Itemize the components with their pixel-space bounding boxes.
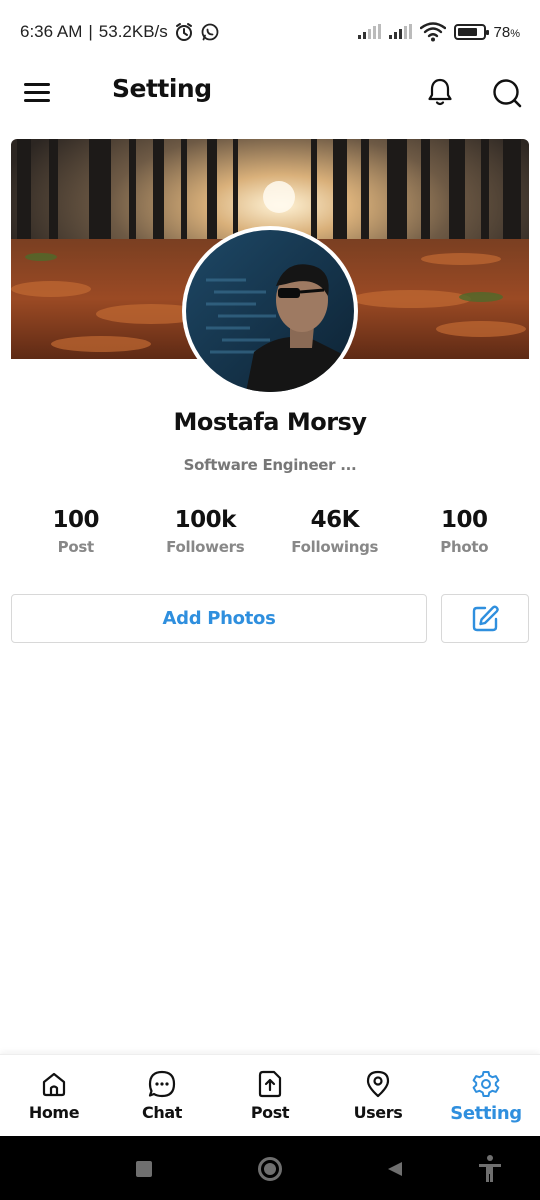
status-right: 78% (357, 22, 520, 42)
stat-value: 100 (52, 507, 99, 533)
upload-icon (258, 1070, 282, 1098)
stat-label: Post (57, 538, 95, 556)
stat-label: Photo (440, 538, 489, 556)
alarm-icon (175, 23, 192, 41)
stat-photos[interactable]: 100 Photo (400, 504, 530, 564)
location-icon (366, 1070, 390, 1098)
status-left: 6:36 AM | 53.2KB/s (20, 22, 220, 42)
battery-icon (453, 24, 489, 40)
battery-fill (457, 28, 477, 36)
recents-icon[interactable] (129, 1154, 159, 1184)
app-bar: Setting (0, 64, 540, 120)
system-nav-bar (0, 1136, 540, 1200)
nav-label: Users (353, 1103, 403, 1122)
stat-label: Followers (166, 538, 245, 556)
nav-label: Home (28, 1103, 80, 1122)
search-icon[interactable] (490, 76, 524, 110)
avatar[interactable] (182, 226, 358, 396)
status-net-speed: 53.2KB/s (98, 22, 168, 41)
stat-followers[interactable]: 100k Followers (141, 504, 271, 564)
chat-icon (148, 1070, 176, 1098)
stat-posts[interactable]: 100 Post (11, 504, 141, 564)
signal-icon (357, 24, 381, 39)
nav-label: Chat (142, 1103, 182, 1122)
menu-icon[interactable] (24, 78, 52, 106)
nav-label: Post (250, 1103, 290, 1122)
profile-name: Mostafa Morsy (173, 408, 367, 436)
stat-label: Followings (291, 538, 379, 556)
edit-icon (472, 605, 499, 631)
wifi-icon (419, 22, 446, 42)
home-circle-icon[interactable] (255, 1154, 285, 1184)
nav-home[interactable]: Home (0, 1055, 108, 1136)
stat-followings[interactable]: 46K Followings (270, 504, 400, 564)
avatar-photo (186, 230, 354, 392)
accessibility-icon[interactable] (475, 1154, 505, 1184)
profile-bio: Software Engineer ... (183, 456, 357, 474)
stat-value: 100 (440, 507, 488, 533)
page-title: Setting (112, 74, 212, 103)
nav-setting[interactable]: Setting (432, 1055, 540, 1136)
signal-icon (388, 24, 412, 39)
status-bar: 6:36 AM | 53.2KB/s 78% (0, 0, 540, 64)
whatsapp-icon (201, 23, 219, 41)
nav-chat[interactable]: Chat (108, 1055, 216, 1136)
bell-icon[interactable] (424, 76, 456, 108)
battery-percent: 78% (493, 23, 520, 41)
back-icon[interactable] (380, 1154, 410, 1184)
nav-label: Setting (450, 1103, 522, 1124)
edit-profile-button[interactable] (441, 594, 529, 643)
stat-value: 100k (174, 507, 237, 533)
nav-post[interactable]: Post (216, 1055, 324, 1136)
add-photos-button[interactable]: Add Photos (11, 594, 427, 643)
bottom-nav: Home Chat Post Users Setting (0, 1054, 540, 1136)
status-separator: | (88, 22, 93, 41)
nav-users[interactable]: Users (324, 1055, 432, 1136)
home-icon (42, 1072, 66, 1097)
stat-value: 46K (310, 507, 360, 533)
profile-stats: 100 Post 100k Followers 46K Followings 1… (11, 504, 529, 564)
gear-icon (472, 1071, 500, 1097)
status-time: 6:36 AM (20, 22, 83, 41)
